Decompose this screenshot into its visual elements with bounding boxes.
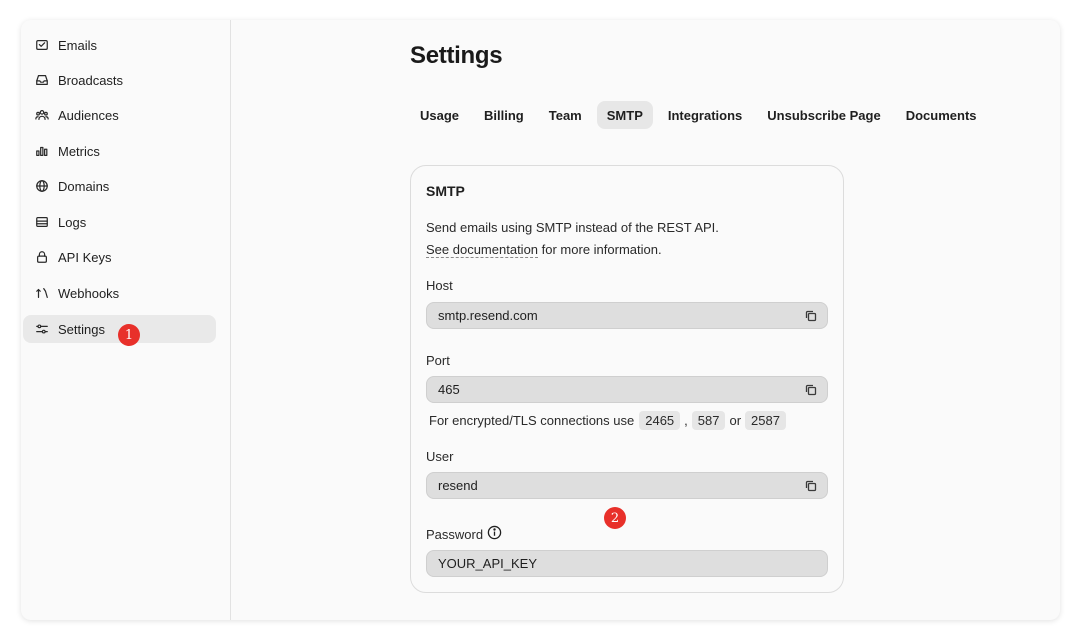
host-value: smtp.resend.com [438,308,538,323]
lock-icon [34,249,50,265]
info-icon[interactable] [483,525,502,543]
globe-icon [34,178,50,194]
settings-tabs: Usage Billing Team SMTP Integrations Uns… [410,101,992,129]
sidebar-item-label: Audiences [58,107,119,123]
page-title: Settings [410,42,503,69]
sidebar-item-domains[interactable]: Domains [23,172,216,200]
logs-icon [34,214,50,230]
tab-billing[interactable]: Billing [474,101,534,129]
port-value: 465 [438,382,460,397]
tls-port-chip: 2587 [745,411,786,430]
desc-line-2-rest: for more information. [538,241,662,257]
user-label: User [426,449,454,464]
sidebar-item-webhooks[interactable]: Webhooks [23,279,216,307]
card-title: SMTP [426,183,465,199]
webhook-icon [34,285,50,301]
sidebar-item-label: API Keys [58,249,112,265]
password-value: YOUR_API_KEY [438,556,537,571]
tab-smtp[interactable]: SMTP [596,101,653,129]
password-label: Password [426,525,502,543]
sidebar: Emails Broadcasts Audiences Metrics Doma… [21,20,231,620]
tls-note: For encrypted/TLS connections use 2465 ,… [429,411,790,430]
inbox-icon [34,72,50,88]
port-label: Port [426,353,450,368]
password-field[interactable]: YOUR_API_KEY [426,550,828,577]
user-value: resend [438,478,478,493]
sidebar-item-metrics[interactable]: Metrics [23,137,216,165]
tab-unsubscribe-page[interactable]: Unsubscribe Page [757,101,890,129]
app-window: Emails Broadcasts Audiences Metrics Doma… [21,20,1060,620]
documentation-link[interactable]: See documentation [426,241,539,258]
sidebar-item-emails[interactable]: Emails [23,31,216,59]
sidebar-item-label: Metrics [58,143,100,159]
sidebar-item-audiences[interactable]: Audiences [23,101,216,129]
desc-line-1: Send emails using SMTP instead of the RE… [426,220,719,235]
annotation-marker-1: 1 [118,324,140,346]
password-label-text: Password [426,526,484,542]
sidebar-item-label: Emails [58,37,98,53]
sliders-icon [34,321,50,337]
sidebar-item-label: Broadcasts [58,72,124,88]
host-field[interactable]: smtp.resend.com [426,302,828,329]
sidebar-item-api-keys[interactable]: API Keys [23,243,216,271]
smtp-card: SMTP Send emails using SMTP instead of t… [410,165,844,593]
sidebar-item-label: Webhooks [58,285,120,301]
sidebar-item-label: Logs [58,214,87,230]
tls-port-chip: 587 [691,411,726,430]
desc-line-2: See documentation for more information. [426,239,719,261]
port-field[interactable]: 465 [426,376,828,403]
tab-usage[interactable]: Usage [410,101,469,129]
tls-port-chip: 2465 [639,411,681,430]
tls-separator: , [684,413,688,428]
tls-separator: or [729,413,742,428]
copy-icon[interactable] [805,383,819,397]
mail-icon [34,37,50,53]
sidebar-item-logs[interactable]: Logs [23,208,216,236]
host-label: Host [426,278,453,293]
sidebar-item-label: Domains [58,178,110,194]
smtp-description: Send emails using SMTP instead of the RE… [426,217,719,260]
tab-team[interactable]: Team [539,101,592,129]
sidebar-item-broadcasts[interactable]: Broadcasts [23,66,216,94]
copy-icon[interactable] [805,309,819,323]
copy-icon[interactable] [805,479,819,493]
tls-note-text: For encrypted/TLS connections use [429,413,635,428]
sidebar-item-label: Settings [58,321,105,337]
annotation-marker-2: 2 [604,507,626,529]
users-icon [34,107,50,123]
bar-chart-icon [34,143,50,159]
tab-integrations[interactable]: Integrations [658,101,752,129]
user-field[interactable]: resend [426,472,828,499]
tab-documents[interactable]: Documents [896,101,987,129]
